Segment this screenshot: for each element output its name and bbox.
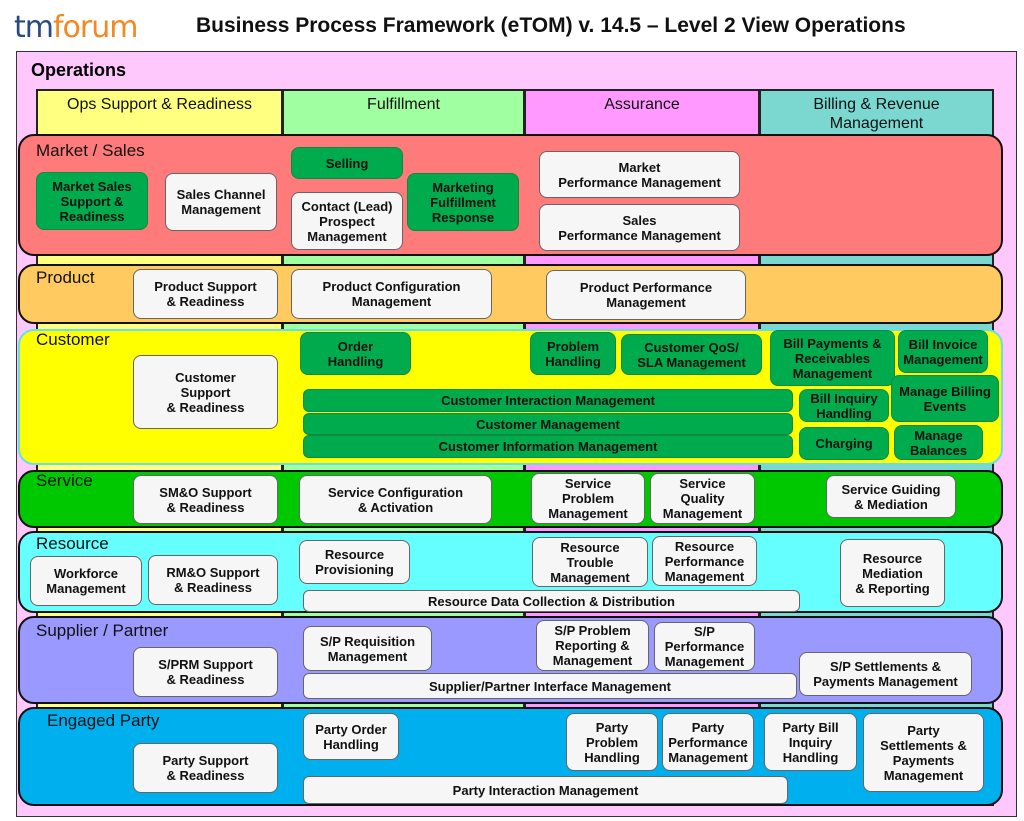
process-product-performance[interactable]: Product Performance Management — [546, 270, 746, 320]
logo-tm: tm — [14, 10, 54, 45]
process-bill-payments[interactable]: Bill Payments & Receivables Management — [770, 330, 895, 386]
process-service-quality[interactable]: Service Quality Management — [650, 473, 755, 524]
process-party-problem[interactable]: Party Problem Handling — [566, 713, 658, 771]
process-party-interaction[interactable]: Party Interaction Management — [303, 776, 788, 804]
process-sp-interface[interactable]: Supplier/Partner Interface Management — [303, 673, 797, 699]
process-resource-data[interactable]: Resource Data Collection & Distribution — [303, 590, 800, 612]
process-contact-lead[interactable]: Contact (Lead) Prospect Management — [291, 192, 403, 250]
process-party-support[interactable]: Party Support & Readiness — [133, 743, 278, 793]
process-bill-invoice[interactable]: Bill Invoice Management — [898, 330, 988, 373]
process-resource-mediation[interactable]: Resource Mediation & Reporting — [840, 539, 945, 607]
process-party-performance[interactable]: Party Performance Management — [662, 713, 754, 771]
process-problem-handling[interactable]: Problem Handling — [530, 332, 616, 375]
process-charging[interactable]: Charging — [799, 427, 889, 460]
process-party-bill-inquiry[interactable]: Party Bill Inquiry Handling — [764, 713, 857, 771]
process-sp-requisition[interactable]: S/P Requisition Management — [303, 626, 432, 671]
process-customer-information[interactable]: Customer Information Management — [303, 435, 793, 458]
lane-label: Engaged Party — [47, 711, 160, 730]
lane-label: Market / Sales — [36, 141, 145, 160]
column-header: Fulfillment — [367, 96, 440, 113]
process-service-configuration[interactable]: Service Configuration & Activation — [299, 475, 492, 524]
lane-label: Customer — [36, 330, 110, 349]
process-product-configuration[interactable]: Product Configuration Management — [291, 269, 492, 319]
process-customer-interaction[interactable]: Customer Interaction Management — [303, 389, 793, 412]
process-party-settlements[interactable]: Party Settlements & Payments Management — [863, 713, 984, 792]
process-sp-performance[interactable]: S/P Performance Management — [654, 622, 755, 671]
lane-label: Resource — [36, 534, 109, 553]
process-smo-support[interactable]: SM&O Support & Readiness — [133, 475, 278, 524]
column-header: Billing & Revenue Management — [813, 96, 940, 132]
lane-label: Product — [36, 268, 95, 287]
column-header: Assurance — [604, 96, 680, 113]
process-manage-billing-events[interactable]: Manage Billing Events — [891, 375, 999, 422]
page-title: Business Process Framework (eTOM) v. 14.… — [196, 14, 906, 37]
process-customer-support[interactable]: Customer Support & Readiness — [133, 355, 278, 429]
operations-label: Operations — [31, 60, 127, 80]
process-sp-problem[interactable]: S/P Problem Reporting & Management — [536, 620, 649, 671]
process-sales-channel[interactable]: Sales Channel Management — [165, 173, 277, 231]
process-party-order[interactable]: Party Order Handling — [303, 713, 399, 760]
process-workforce[interactable]: Workforce Management — [30, 556, 142, 606]
process-customer-management[interactable]: Customer Management — [303, 413, 793, 435]
process-market-sales-support[interactable]: Market Sales Support & Readiness — [36, 172, 148, 230]
process-resource-provisioning[interactable]: Resource Provisioning — [299, 540, 410, 584]
process-bill-inquiry[interactable]: Bill Inquiry Handling — [799, 389, 889, 422]
process-sprm-support[interactable]: S/PRM Support & Readiness — [133, 647, 278, 697]
lane-label: Service — [36, 471, 93, 490]
process-resource-performance[interactable]: Resource Performance Management — [652, 536, 757, 586]
process-marketing-fulfillment[interactable]: Marketing Fulfillment Response — [407, 173, 519, 231]
process-sales-performance[interactable]: Sales Performance Management — [539, 204, 740, 251]
process-sp-settlements[interactable]: S/P Settlements & Payments Management — [799, 652, 972, 696]
process-customer-qos[interactable]: Customer QoS/ SLA Management — [621, 334, 762, 375]
process-order-handling[interactable]: Order Handling — [300, 332, 411, 375]
tmforum-logo: tmforum — [14, 10, 138, 45]
column-header: Ops Support & Readiness — [67, 96, 252, 113]
logo-forum: forum — [53, 10, 138, 45]
process-selling[interactable]: Selling — [291, 147, 403, 179]
process-service-guiding[interactable]: Service Guiding & Mediation — [826, 475, 956, 518]
process-manage-balances[interactable]: Manage Balances — [894, 425, 983, 460]
process-resource-trouble[interactable]: Resource Trouble Management — [532, 537, 648, 587]
lane-label: Supplier / Partner — [36, 621, 169, 640]
process-market-performance[interactable]: Market Performance Management — [539, 151, 740, 198]
process-rmo-support[interactable]: RM&O Support & Readiness — [148, 555, 278, 605]
process-service-problem[interactable]: Service Problem Management — [531, 473, 645, 524]
process-product-support[interactable]: Product Support & Readiness — [133, 269, 278, 319]
